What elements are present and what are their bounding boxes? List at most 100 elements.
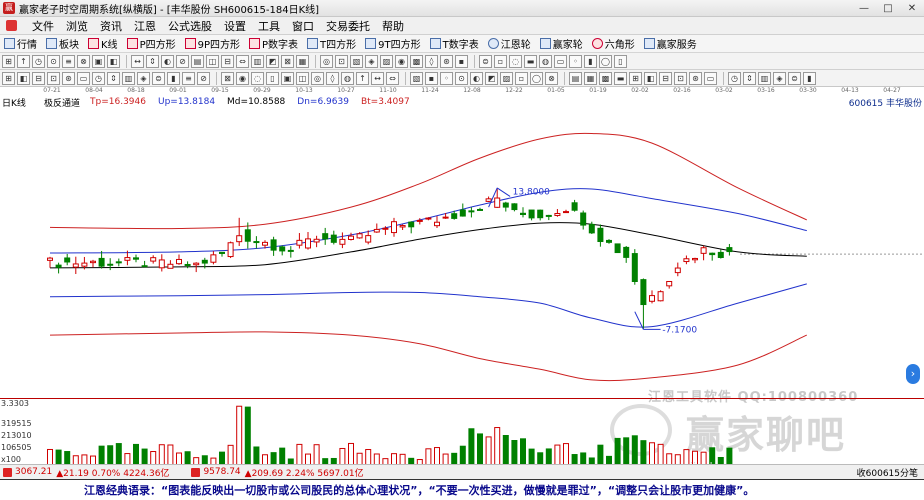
- tool-button[interactable]: ⊛: [440, 54, 453, 68]
- candle-body[interactable]: [339, 238, 346, 245]
- analysis-button[interactable]: ⊙: [455, 71, 468, 85]
- candle-body[interactable]: [391, 221, 397, 234]
- candle-body[interactable]: [649, 295, 655, 302]
- tool-button[interactable]: ◫: [206, 54, 219, 68]
- analysis-button[interactable]: ◐: [470, 71, 483, 85]
- candle-body[interactable]: [210, 254, 217, 263]
- analysis-button[interactable]: ⊘: [197, 71, 210, 85]
- candle-body[interactable]: [270, 239, 277, 251]
- menu-app-icon[interactable]: [0, 17, 26, 35]
- candle-body[interactable]: [227, 242, 234, 258]
- volume-chart[interactable]: [0, 399, 924, 465]
- analysis-button[interactable]: ▧: [410, 71, 423, 85]
- candle-body[interactable]: [313, 238, 320, 243]
- candle-body[interactable]: [167, 263, 174, 269]
- analysis-button[interactable]: ◌: [251, 71, 264, 85]
- minimize-icon[interactable]: —: [852, 0, 876, 17]
- candle-body[interactable]: [494, 197, 501, 208]
- analysis-button[interactable]: ◷: [728, 71, 741, 85]
- analysis-button[interactable]: ◦: [440, 71, 453, 85]
- tool-button[interactable]: ▣: [92, 54, 105, 68]
- candle-body[interactable]: [623, 246, 630, 258]
- candle-body[interactable]: [356, 233, 363, 239]
- candle-body[interactable]: [631, 253, 638, 282]
- candle-body[interactable]: [47, 257, 53, 261]
- analysis-button[interactable]: ▭: [704, 71, 717, 85]
- candle-body[interactable]: [425, 217, 432, 220]
- candle-body[interactable]: [451, 213, 458, 219]
- tool-button[interactable]: ⊠: [281, 54, 294, 68]
- menu-tools[interactable]: 工具: [252, 17, 286, 35]
- analysis-button[interactable]: ⊞: [2, 71, 15, 85]
- candle-body[interactable]: [545, 214, 552, 217]
- candle-body[interactable]: [55, 264, 62, 268]
- candle-body[interactable]: [700, 247, 707, 254]
- candle-body[interactable]: [528, 209, 535, 219]
- analysis-button[interactable]: ⊛: [62, 71, 75, 85]
- tool-button[interactable]: ▦: [296, 54, 309, 68]
- analysis-button[interactable]: ▮: [803, 71, 816, 85]
- analysis-button[interactable]: ◩: [485, 71, 498, 85]
- analysis-button[interactable]: ▯: [266, 71, 279, 85]
- candle-body[interactable]: [640, 279, 647, 306]
- status-tick-link[interactable]: 收600615分笔: [857, 466, 918, 479]
- candle-body[interactable]: [606, 239, 612, 243]
- candle-body[interactable]: [305, 238, 311, 249]
- candle-body[interactable]: [158, 259, 165, 269]
- analysis-button[interactable]: ≡: [182, 71, 195, 85]
- candle-body[interactable]: [477, 208, 483, 211]
- analysis-button[interactable]: ↔: [371, 71, 384, 85]
- tool-button[interactable]: ⇔: [236, 54, 249, 68]
- tb-9p-square-button[interactable]: 9P四方形: [184, 36, 240, 52]
- candle-body[interactable]: [588, 223, 595, 234]
- menu-window[interactable]: 窗口: [286, 17, 320, 35]
- analysis-button[interactable]: ⇕: [107, 71, 120, 85]
- analysis-button[interactable]: ⊞: [629, 71, 642, 85]
- analysis-button[interactable]: ◊: [326, 71, 339, 85]
- menu-info[interactable]: 资讯: [94, 17, 128, 35]
- analysis-button[interactable]: ◎: [311, 71, 324, 85]
- analysis-button[interactable]: ⊜: [788, 71, 801, 85]
- tb-quotes-button[interactable]: 行情: [4, 36, 37, 52]
- tool-button[interactable]: ▬: [524, 54, 537, 68]
- tool-button[interactable]: ◧: [107, 54, 120, 68]
- price-chart[interactable]: 13.8000 -7.1700: [0, 109, 924, 397]
- tb-winner-wheel-button[interactable]: 赢家轮: [539, 36, 583, 52]
- tool-button[interactable]: ▮: [584, 54, 597, 68]
- tool-button[interactable]: ▪: [455, 54, 468, 68]
- candle-body[interactable]: [219, 251, 225, 254]
- tool-button[interactable]: ⊘: [176, 54, 189, 68]
- candle-body[interactable]: [176, 258, 182, 265]
- menu-browse[interactable]: 浏览: [60, 17, 94, 35]
- tool-button[interactable]: ◎: [320, 54, 333, 68]
- menu-settings[interactable]: 设置: [218, 17, 252, 35]
- close-icon[interactable]: ✕: [900, 0, 924, 17]
- tb-service-button[interactable]: 赢家服务: [643, 36, 697, 52]
- menu-help[interactable]: 帮助: [376, 17, 410, 35]
- candle-body[interactable]: [201, 259, 208, 264]
- tb-gann-wheel-button[interactable]: 江恩轮: [487, 36, 531, 52]
- analysis-button[interactable]: ▤: [569, 71, 582, 85]
- tb-t-table-button[interactable]: T数字表: [429, 36, 479, 52]
- candle-body[interactable]: [597, 227, 604, 243]
- analysis-button[interactable]: ▪: [425, 71, 438, 85]
- candle-body[interactable]: [193, 262, 200, 266]
- candle-body[interactable]: [717, 251, 724, 259]
- candle-body[interactable]: [115, 261, 122, 264]
- candle-body[interactable]: [520, 212, 526, 216]
- analysis-button[interactable]: ◉: [236, 71, 249, 85]
- tool-button[interactable]: ◷: [32, 54, 45, 68]
- analysis-button[interactable]: ⊛: [689, 71, 702, 85]
- candle-body[interactable]: [683, 258, 690, 263]
- tool-button[interactable]: ▤: [191, 54, 204, 68]
- candle-body[interactable]: [563, 211, 569, 214]
- candle-body[interactable]: [692, 257, 698, 261]
- analysis-button[interactable]: ◍: [341, 71, 354, 85]
- candle-body[interactable]: [150, 257, 157, 262]
- candle-body[interactable]: [184, 263, 191, 266]
- candle-body[interactable]: [554, 212, 561, 216]
- analysis-button[interactable]: ⊗: [545, 71, 558, 85]
- tool-button[interactable]: ▯: [614, 54, 627, 68]
- period-label[interactable]: 日K线: [2, 96, 44, 109]
- tb-p-table-button[interactable]: P数字表: [249, 36, 298, 52]
